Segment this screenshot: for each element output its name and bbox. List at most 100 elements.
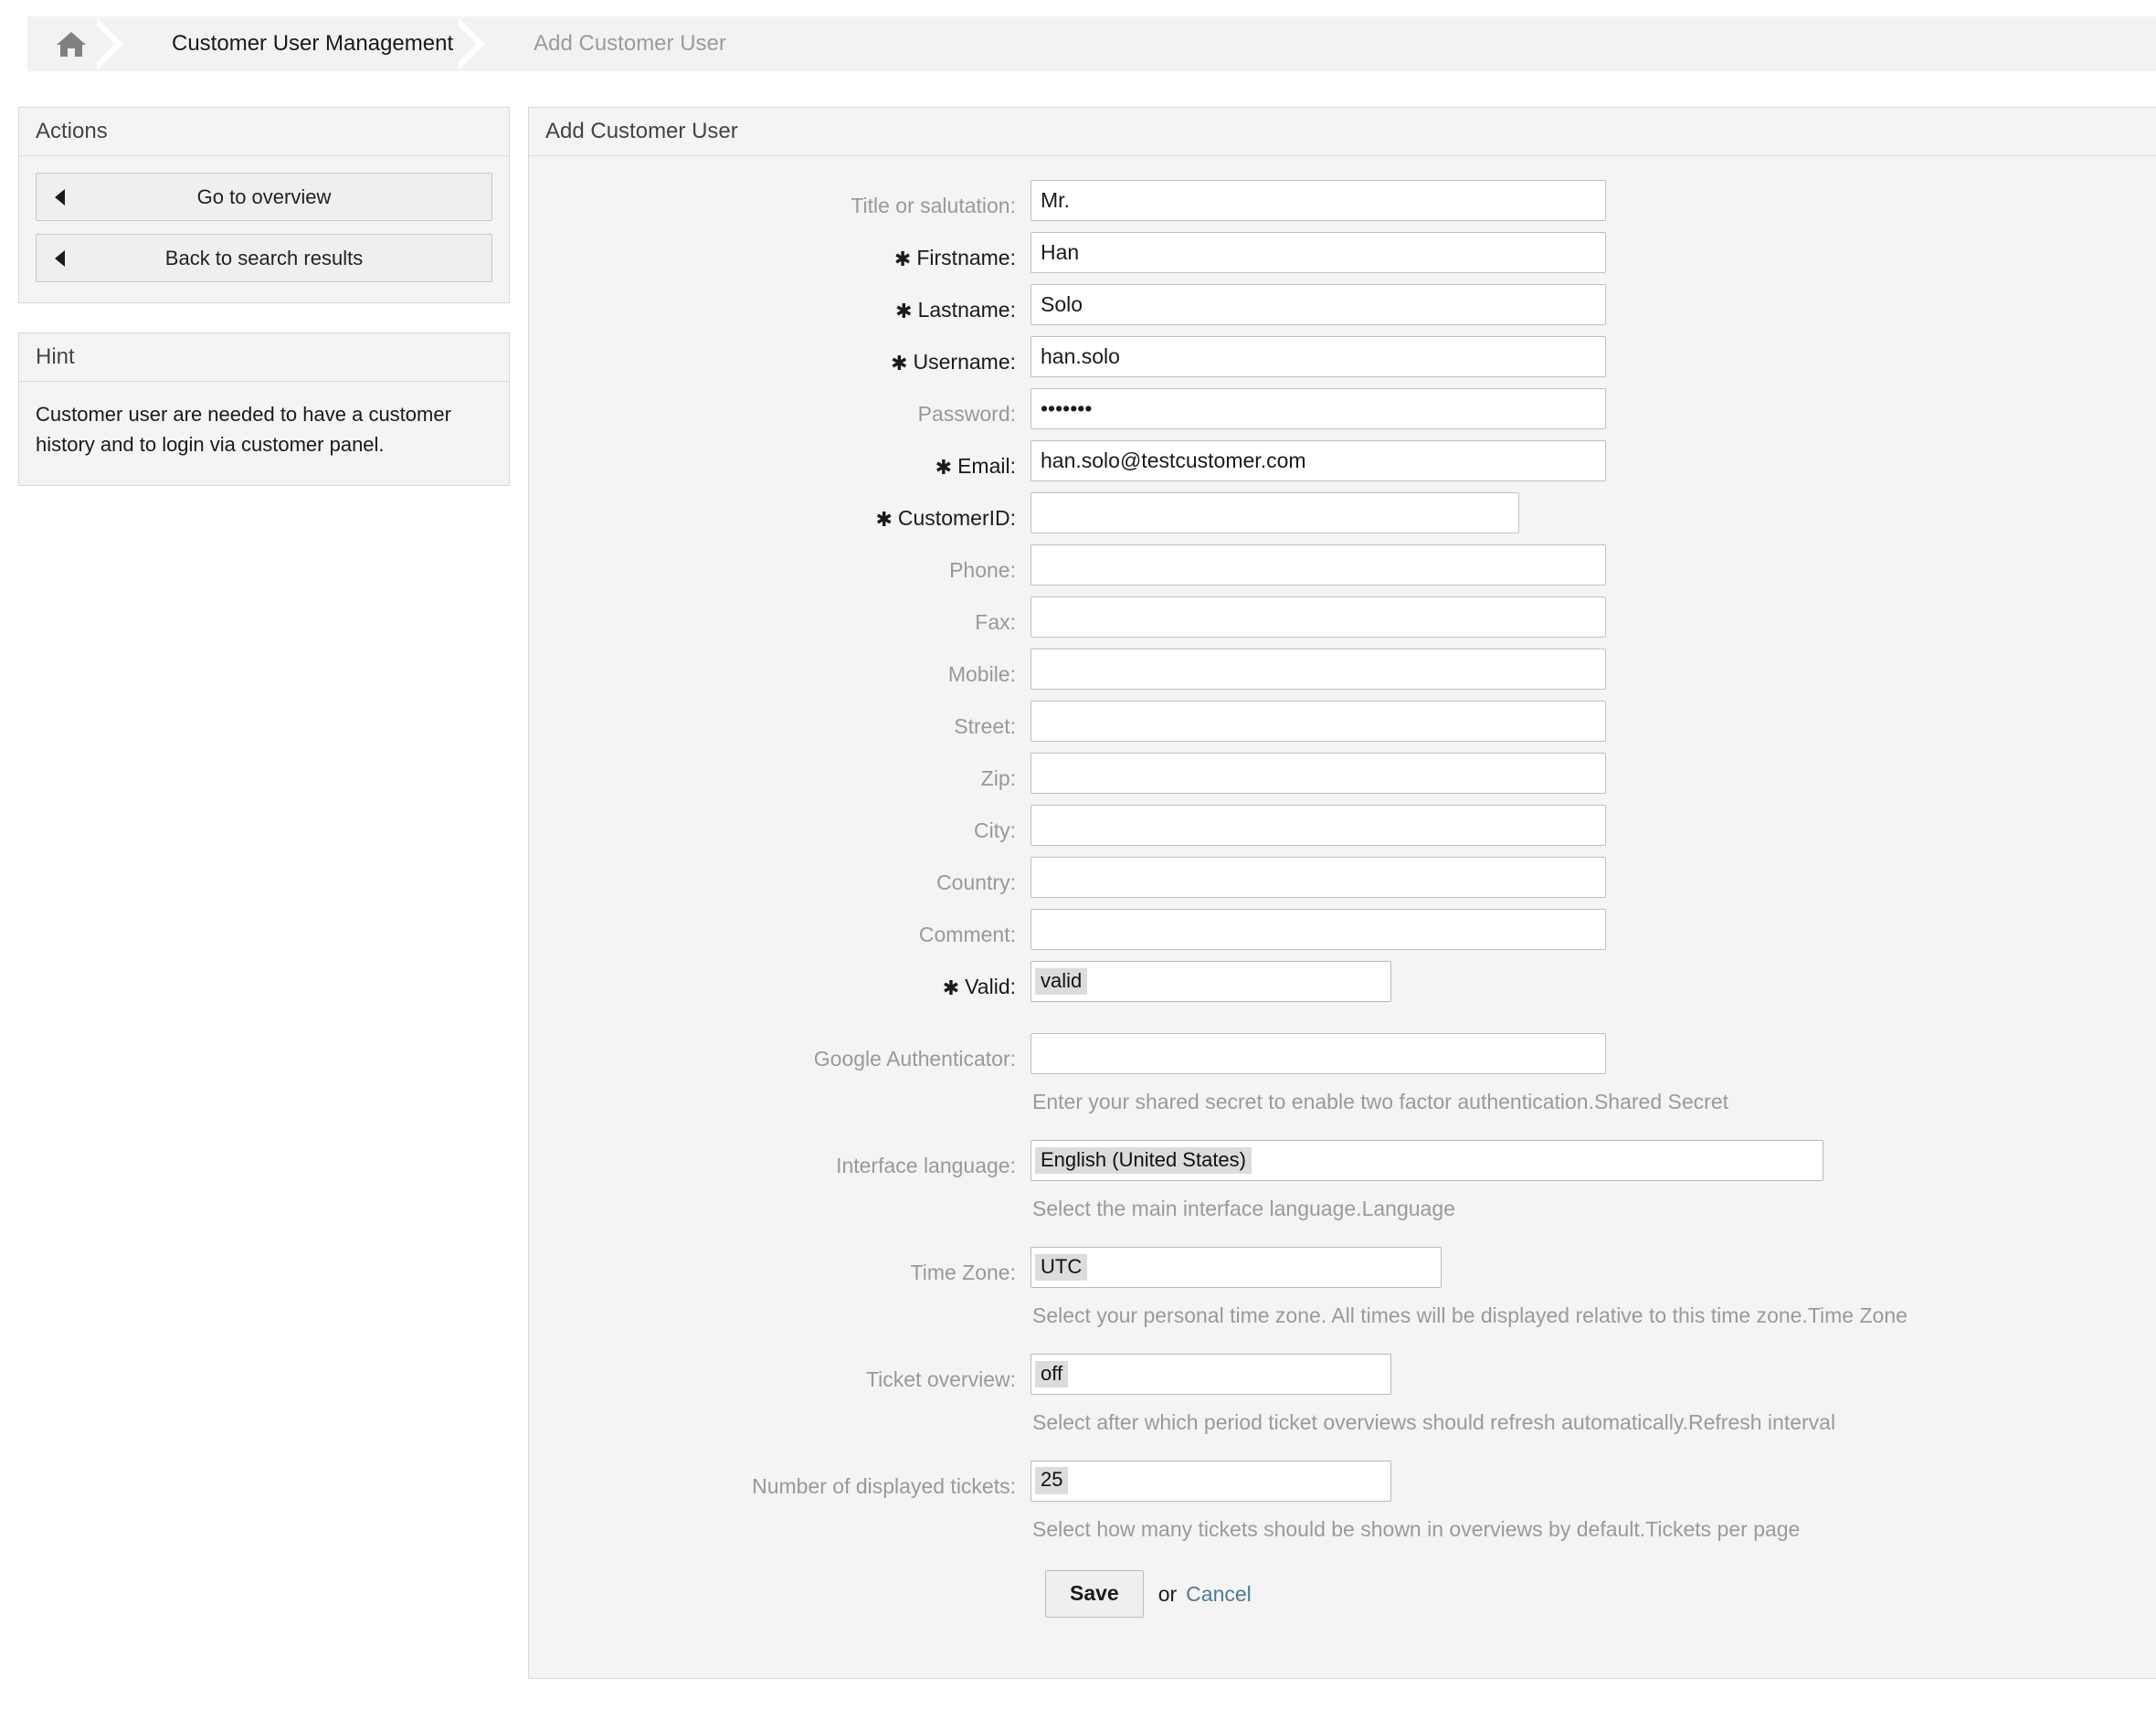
add-customer-user-form: Title or salutation: ✱Firstname: ✱Lastna… — [529, 156, 2156, 1619]
interface-language-select[interactable]: English (United States) — [1030, 1139, 1823, 1181]
email-input[interactable] — [1030, 440, 1606, 481]
breadcrumb: Customer User Management Add Customer Us… — [27, 16, 2156, 71]
breadcrumb-item-add-customer-user[interactable]: Add Customer User — [501, 16, 774, 71]
valid-selected-option: valid — [1035, 967, 1088, 996]
go-to-overview-button[interactable]: Go to overview — [36, 173, 492, 221]
field-row-interface-language: Interface language: English (United Stat… — [529, 1139, 2156, 1223]
ticket-overview-description: Select after which period ticket overvie… — [1032, 1409, 1836, 1434]
field-row-country: Country: — [529, 857, 2156, 909]
google-authenticator-input[interactable] — [1030, 1033, 1606, 1074]
breadcrumb-chevron-icon — [97, 16, 139, 71]
submit-row: Save or Cancel — [529, 1570, 2156, 1619]
actions-widget: Actions Go to overview Back to search re… — [18, 107, 510, 303]
country-input[interactable] — [1030, 857, 1606, 898]
username-input[interactable] — [1030, 336, 1606, 377]
go-to-overview-label: Go to overview — [196, 185, 332, 208]
back-to-search-results-button[interactable]: Back to search results — [36, 234, 492, 282]
ticket-overview-select[interactable]: off — [1030, 1353, 1391, 1395]
interface-language-description: Select the main interface language.Langu… — [1032, 1196, 1455, 1220]
field-row-firstname: ✱ Firstname: — [529, 232, 2156, 284]
label-google-authenticator: Google Authenticator: — [813, 1047, 1016, 1071]
valid-select[interactable]: valid — [1030, 961, 1391, 1002]
comment-input[interactable] — [1030, 909, 1606, 950]
cancel-link[interactable]: Cancel — [1186, 1582, 1252, 1607]
breadcrumb-item-label: Customer User Management — [172, 31, 454, 56]
required-star-icon: ✱ — [942, 976, 960, 999]
hint-widget-body: Customer user are needed to have a custo… — [19, 382, 509, 485]
time-zone-select[interactable]: UTC — [1030, 1246, 1442, 1288]
hint-widget-header: Hint — [19, 333, 509, 382]
required-star-icon: ✱ — [895, 300, 913, 322]
field-row-email: ✱ Email: — [529, 440, 2156, 492]
page-title: Add Customer User — [545, 119, 738, 143]
displayed-tickets-select[interactable]: 25 — [1030, 1460, 1391, 1502]
field-row-comment: Comment: — [529, 909, 2156, 961]
actions-widget-body: Go to overview Back to search results — [19, 156, 509, 302]
required-star-icon: ✱ — [893, 248, 912, 270]
label-mobile: Mobile: — [947, 662, 1016, 686]
field-row-displayed-tickets: Number of displayed tickets: 25 Select h… — [529, 1460, 2156, 1544]
hint-widget-title: Hint — [36, 344, 75, 369]
lastname-input[interactable] — [1030, 284, 1606, 325]
field-row-phone: Phone: — [529, 544, 2156, 596]
customer-id-input[interactable] — [1030, 492, 1519, 533]
label-street: Street: — [954, 714, 1016, 738]
phone-input[interactable] — [1030, 544, 1606, 585]
breadcrumb-item-label: Add Customer User — [534, 31, 726, 56]
arrow-left-icon — [55, 249, 65, 267]
save-button[interactable]: Save — [1045, 1570, 1144, 1619]
field-row-password: Password: — [529, 388, 2156, 440]
fax-input[interactable] — [1030, 596, 1606, 638]
time-zone-selected-option: UTC — [1035, 1253, 1088, 1281]
field-row-google-authenticator: Google Authenticator: Enter your shared … — [529, 1033, 2156, 1116]
label-username: ✱ Username: — [891, 350, 1016, 375]
label-valid: ✱ Valid: — [942, 975, 1016, 999]
breadcrumb-home[interactable] — [27, 16, 139, 71]
title-salutation-input[interactable] — [1030, 180, 1606, 221]
hint-widget: Hint Customer user are needed to have a … — [18, 332, 510, 487]
required-star-icon: ✱ — [935, 456, 953, 479]
field-row-street: Street: — [529, 701, 2156, 753]
google-authenticator-description: Enter your shared secret to enable two f… — [1032, 1090, 1728, 1113]
breadcrumb-item-customer-user-management[interactable]: Customer User Management — [139, 16, 501, 71]
required-star-icon: ✱ — [891, 352, 908, 375]
label-time-zone: Time Zone: — [910, 1260, 1016, 1284]
firstname-input[interactable] — [1030, 232, 1606, 273]
field-row-zip: Zip: — [529, 753, 2156, 805]
arrow-left-icon — [55, 188, 65, 206]
field-row-time-zone: Time Zone: UTC Select your personal time… — [529, 1246, 2156, 1330]
main-content-panel: Add Customer User Title or salutation: ✱… — [528, 107, 2156, 1679]
label-title-salutation: Title or salutation: — [851, 194, 1016, 217]
label-firstname: ✱ Firstname: — [893, 246, 1016, 270]
label-phone: Phone: — [949, 558, 1016, 582]
home-icon — [55, 29, 88, 58]
field-row-city: City: — [529, 805, 2156, 857]
actions-widget-title: Actions — [36, 119, 108, 143]
field-row-fax: Fax: — [529, 596, 2156, 649]
zip-input[interactable] — [1030, 753, 1606, 794]
field-row-valid: ✱ Valid: valid — [529, 961, 2156, 1013]
required-star-icon: ✱ — [875, 508, 893, 531]
city-input[interactable] — [1030, 805, 1606, 846]
label-zip: Zip: — [980, 766, 1016, 790]
hint-text: Customer user are needed to have a custo… — [36, 403, 451, 456]
label-displayed-tickets: Number of displayed tickets: — [752, 1473, 1016, 1498]
field-row-lastname: ✱ Lastname: — [529, 284, 2156, 336]
interface-language-selected-option: English (United States) — [1035, 1146, 1252, 1174]
field-row-customer-id: ✱ CustomerID: — [529, 492, 2156, 544]
field-row-title-salutation: Title or salutation: — [529, 180, 2156, 232]
mobile-input[interactable] — [1030, 649, 1606, 690]
displayed-tickets-description: Select how many tickets should be shown … — [1032, 1516, 1801, 1541]
label-fax: Fax: — [975, 610, 1016, 634]
back-to-search-results-label: Back to search results — [164, 247, 364, 269]
label-ticket-overview: Ticket overview: — [865, 1366, 1016, 1391]
displayed-tickets-selected-option: 25 — [1035, 1467, 1069, 1494]
breadcrumb-chevron-icon — [459, 16, 501, 71]
actions-widget-header: Actions — [19, 108, 509, 156]
label-country: Country: — [936, 870, 1016, 894]
label-comment: Comment: — [918, 923, 1016, 946]
label-customer-id: ✱ CustomerID: — [875, 506, 1016, 531]
label-interface-language: Interface language: — [836, 1153, 1016, 1177]
street-input[interactable] — [1030, 701, 1606, 742]
password-input[interactable] — [1030, 388, 1606, 429]
